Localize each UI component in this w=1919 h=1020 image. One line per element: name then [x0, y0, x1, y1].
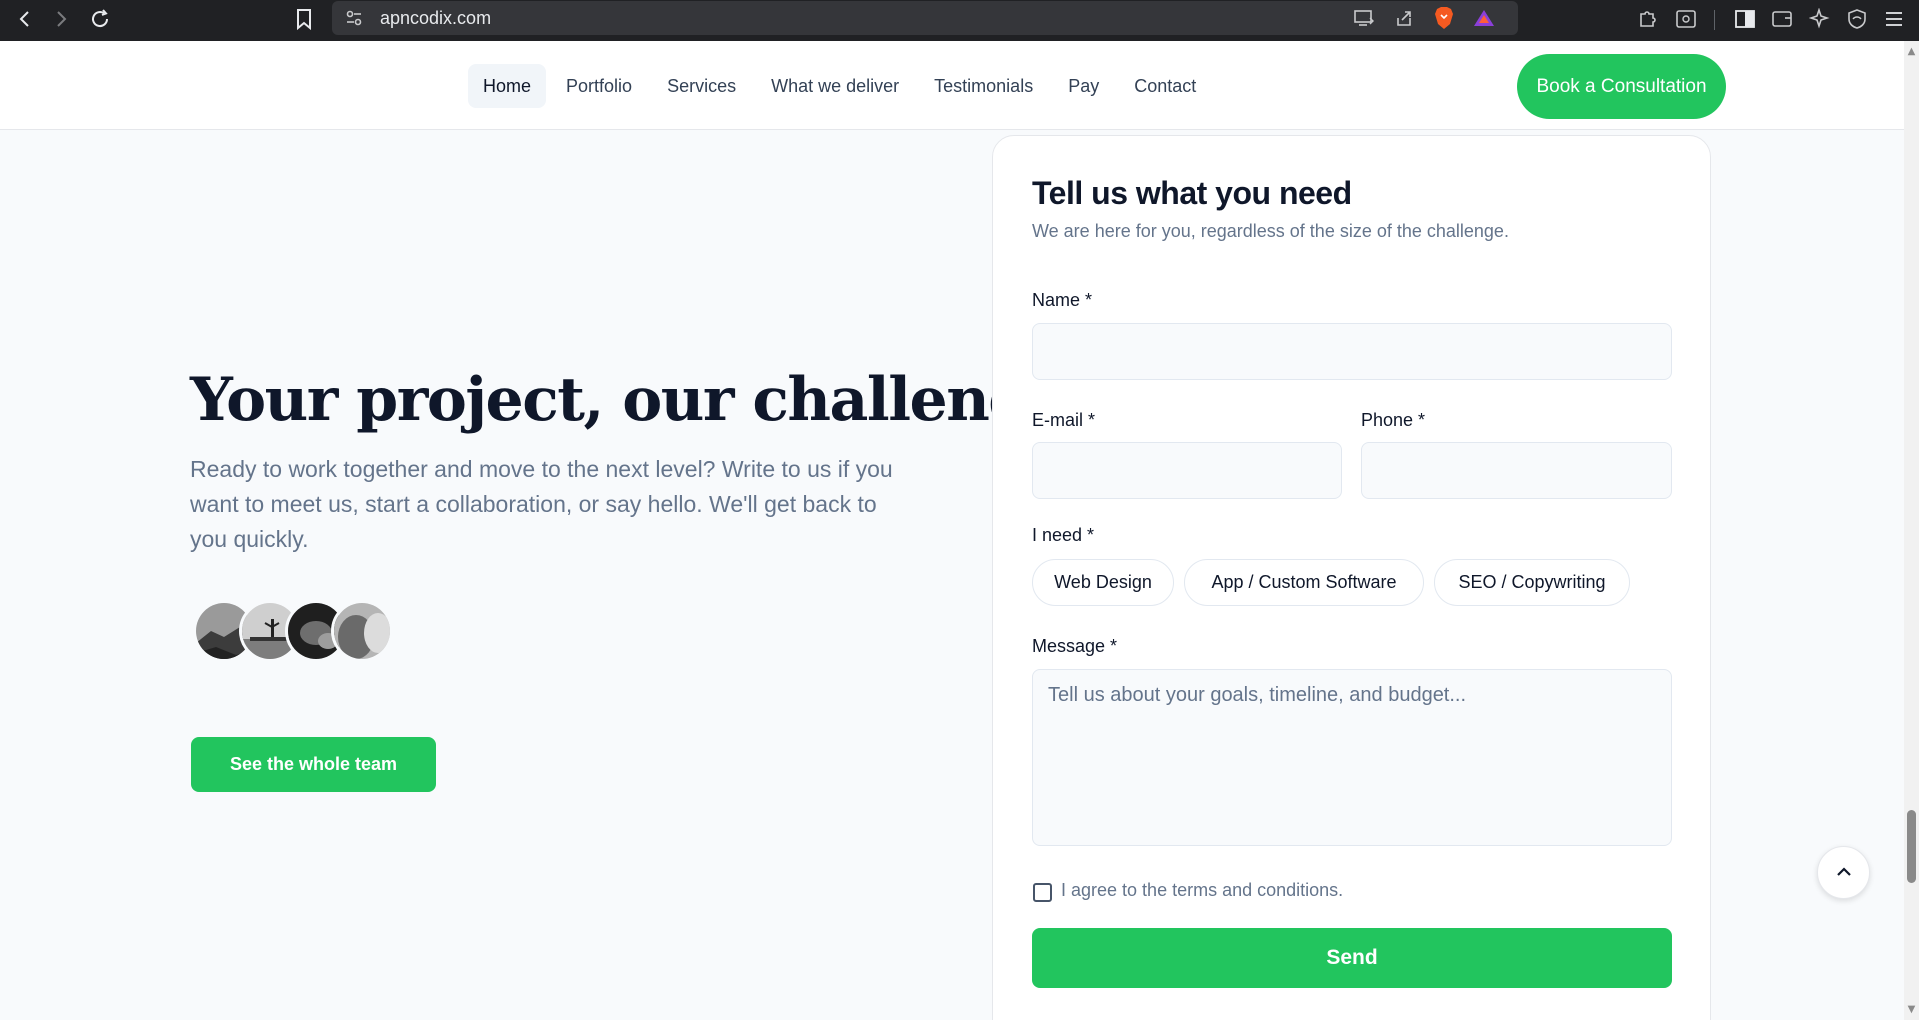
message-textarea[interactable]: Tell us about your goals, timeline, and …: [1032, 669, 1672, 846]
forward-icon[interactable]: [46, 4, 76, 34]
phone-input[interactable]: [1361, 442, 1672, 499]
message-placeholder: Tell us about your goals, timeline, and …: [1048, 684, 1467, 706]
email-label: E-mail *: [1032, 410, 1096, 430]
address-bar[interactable]: apncodix.com: [332, 1, 1518, 35]
scroll-up-arrow-icon[interactable]: ▲: [1906, 46, 1917, 57]
nav-what-we-deliver[interactable]: What we deliver: [756, 64, 914, 108]
site-settings-icon[interactable]: [340, 4, 368, 32]
need-option-web-design[interactable]: Web Design: [1032, 559, 1174, 606]
menu-icon[interactable]: [1880, 5, 1908, 33]
reload-icon[interactable]: [85, 4, 115, 34]
scroll-down-arrow-icon[interactable]: ▼: [1906, 1004, 1917, 1015]
scrollbar-thumb[interactable]: [1907, 810, 1916, 883]
terms-checkbox[interactable]: [1033, 883, 1052, 902]
back-icon[interactable]: [10, 4, 40, 34]
extensions-icon[interactable]: [1634, 5, 1662, 33]
need-label: I need *: [1032, 525, 1095, 545]
form-subtitle: We are here for you, regardless of the s…: [1032, 221, 1509, 241]
need-option-app-software[interactable]: App / Custom Software: [1184, 559, 1424, 606]
phone-label: Phone *: [1361, 410, 1426, 430]
name-label: Name *: [1032, 290, 1093, 310]
share-icon[interactable]: [1390, 4, 1418, 32]
avatar: [331, 600, 393, 662]
vpn-icon[interactable]: [1843, 5, 1871, 33]
site-header: Home Portfolio Services What we deliver …: [0, 41, 1904, 130]
terms-label[interactable]: I agree to the terms and conditions.: [1061, 880, 1343, 901]
hero-title: Your project, our challenge!: [190, 365, 1092, 435]
send-button[interactable]: Send: [1032, 928, 1672, 988]
toolbar-divider: [1714, 10, 1715, 30]
leo-ai-icon[interactable]: [1806, 5, 1834, 33]
name-input[interactable]: [1032, 323, 1672, 380]
nav-testimonials[interactable]: Testimonials: [919, 64, 1048, 108]
chevron-up-icon: [1835, 864, 1853, 882]
browser-toolbar: apncodix.com: [0, 0, 1919, 41]
nav-portfolio[interactable]: Portfolio: [551, 64, 647, 108]
sidebar-icon[interactable]: [1731, 5, 1759, 33]
hero-text: Ready to work together and move to the n…: [190, 456, 893, 552]
page-scrollbar[interactable]: ▲ ▼: [1904, 41, 1919, 1020]
install-app-icon[interactable]: [1350, 4, 1378, 32]
book-consultation-button[interactable]: Book a Consultation: [1517, 54, 1726, 119]
form-title: Tell us what you need: [1032, 175, 1352, 211]
brave-rewards-icon[interactable]: [1470, 4, 1498, 32]
wallet-icon[interactable]: [1768, 5, 1796, 33]
nav-contact[interactable]: Contact: [1119, 64, 1211, 108]
nav-home[interactable]: Home: [468, 64, 547, 108]
url-text: apncodix.com: [380, 8, 492, 28]
message-label: Message *: [1032, 636, 1118, 656]
brave-shields-icon[interactable]: [1430, 4, 1458, 32]
nav-pay[interactable]: Pay: [1053, 64, 1114, 108]
team-avatars: [193, 600, 403, 664]
need-option-seo[interactable]: SEO / Copywriting: [1434, 559, 1630, 606]
see-team-button[interactable]: See the whole team: [191, 737, 436, 792]
reader-mode-icon[interactable]: [1672, 5, 1700, 33]
main-nav: Home Portfolio Services What we deliver …: [468, 64, 1216, 108]
back-to-top-button[interactable]: [1817, 846, 1870, 899]
email-input[interactable]: [1032, 442, 1342, 499]
nav-services[interactable]: Services: [652, 64, 751, 108]
bookmark-icon[interactable]: [289, 4, 319, 34]
